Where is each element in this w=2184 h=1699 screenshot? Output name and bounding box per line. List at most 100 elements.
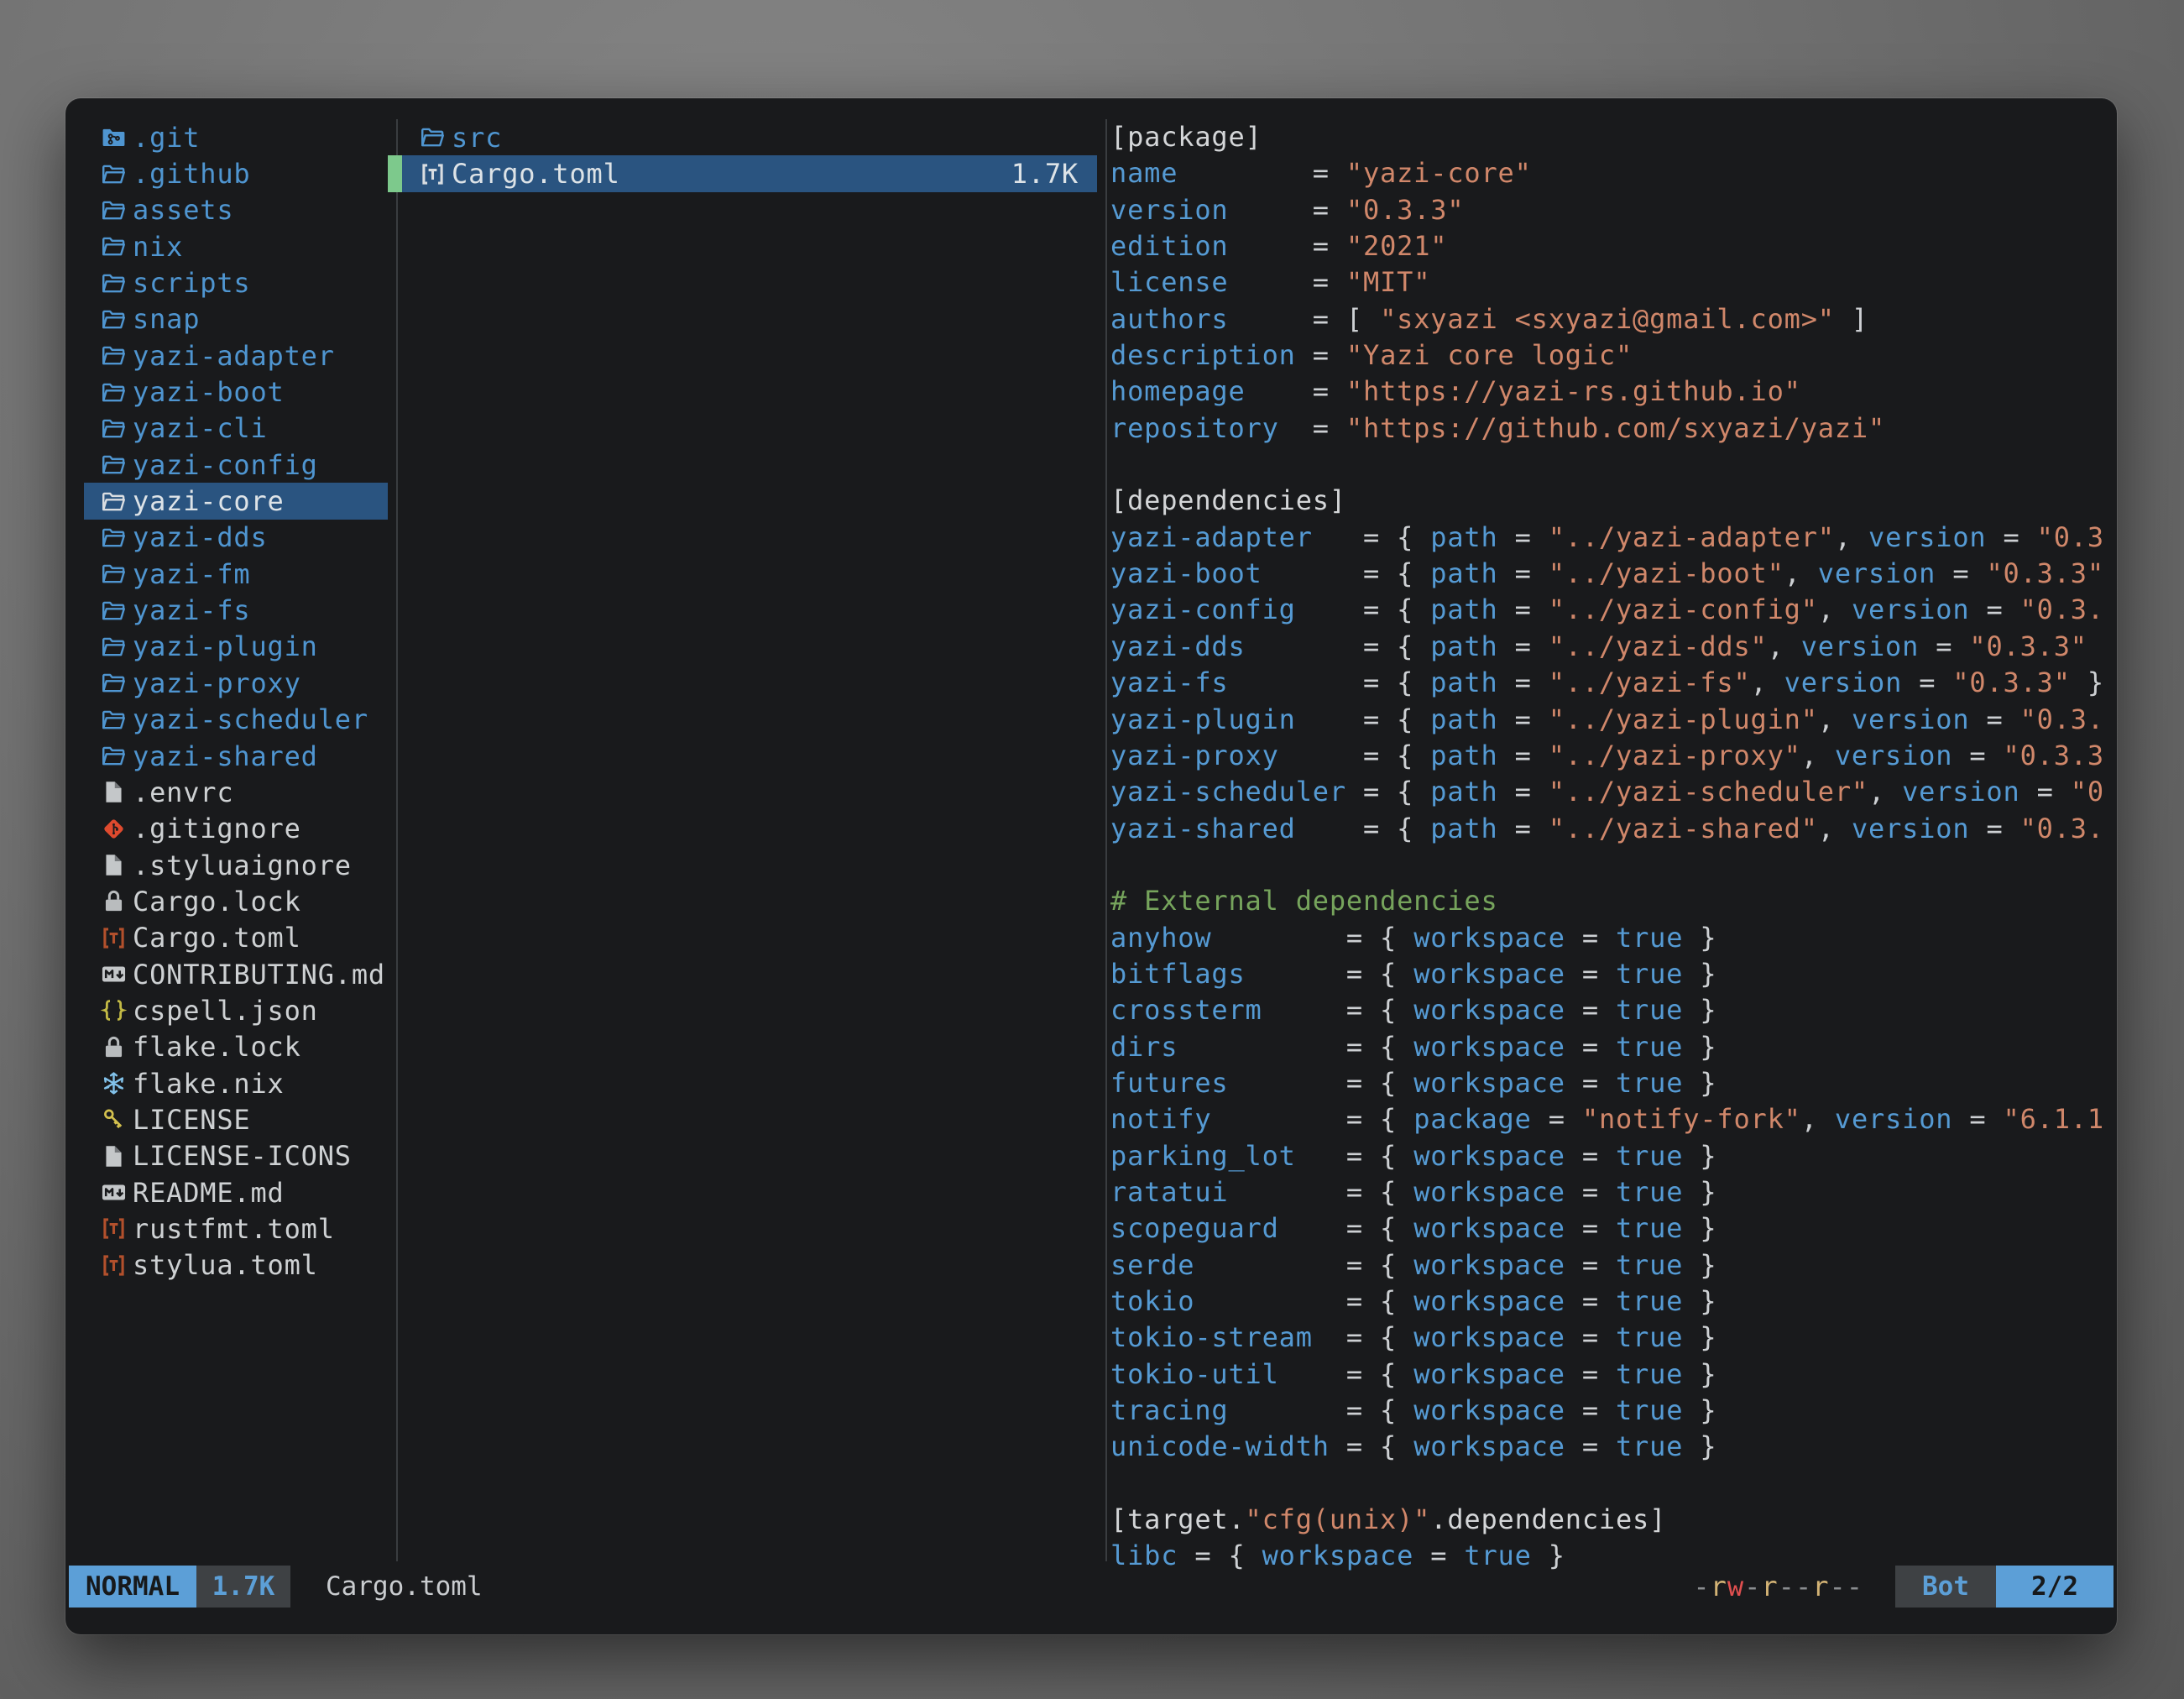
code-line: yazi-adapter = { path = "../yazi-adapter… [1110, 520, 2116, 556]
file-row[interactable]: stylua.toml [84, 1247, 388, 1283]
file-icon [101, 852, 133, 878]
dir-row[interactable]: yazi-dds [84, 520, 388, 556]
file-icon [101, 1143, 133, 1169]
file-row[interactable]: CONTRIBUTING.md [84, 956, 388, 992]
key-icon [101, 1106, 133, 1132]
entry-name: yazi-plugin [133, 630, 318, 662]
entry-name: flake.nix [133, 1068, 285, 1100]
markdown-icon [101, 961, 133, 987]
code-line: tokio = { workspace = true } [1110, 1283, 2116, 1320]
status-filename: Cargo.toml [326, 1571, 483, 1602]
lock-icon [101, 888, 133, 914]
code-line: license = "MIT" [1110, 264, 2116, 301]
folder-icon [101, 561, 133, 587]
code-line: description = "Yazi core logic" [1110, 337, 2116, 374]
folder-icon [101, 270, 133, 296]
dir-row[interactable]: scripts [84, 264, 388, 301]
entry-name: src [452, 122, 502, 154]
folder-icon [101, 197, 133, 223]
file-row[interactable]: rustfmt.toml [84, 1210, 388, 1247]
toml-icon [420, 161, 452, 187]
entry-name: assets [133, 194, 233, 226]
entry-name: .styluaignore [133, 850, 352, 881]
code-line: [package] [1110, 119, 2116, 155]
folder-icon [101, 670, 133, 696]
dir-row[interactable]: yazi-fs [84, 592, 388, 628]
file-row[interactable]: LICENSE-ICONS [84, 1138, 388, 1174]
code-line: version = "0.3.3" [1110, 192, 2116, 228]
dir-row[interactable]: yazi-proxy [84, 665, 388, 701]
code-line: yazi-scheduler = { path = "../yazi-sched… [1110, 774, 2116, 810]
entry-name: yazi-proxy [133, 667, 301, 699]
git-icon [101, 816, 133, 842]
file-row[interactable]: flake.lock [84, 1029, 388, 1065]
code-line: yazi-config = { path = "../yazi-config",… [1110, 592, 2116, 628]
dir-row[interactable]: assets [84, 192, 388, 228]
file-icon [101, 779, 133, 805]
code-line: yazi-proxy = { path = "../yazi-proxy", v… [1110, 738, 2116, 774]
code-line [1110, 447, 2116, 483]
entry-name: yazi-fs [133, 594, 250, 626]
status-bar: NORMAL 1.7K Cargo.toml -rw-r--r-- Bot 2/… [69, 1566, 2113, 1608]
dir-row[interactable]: yazi-plugin [84, 629, 388, 665]
dir-row[interactable]: nix [84, 228, 388, 264]
dir-row[interactable]: yazi-cli [84, 410, 388, 447]
preview-pane[interactable]: [package]name = "yazi-core"version = "0.… [1110, 119, 2116, 1605]
file-row[interactable]: README.md [84, 1174, 388, 1210]
folder-icon [101, 489, 133, 515]
code-line: yazi-plugin = { path = "../yazi-plugin",… [1110, 702, 2116, 738]
entry-name: yazi-shared [133, 740, 318, 772]
terminal-window: .git.githubassetsnixscriptssnapyazi-adap… [65, 98, 2117, 1634]
entry-name: yazi-adapter [133, 340, 335, 372]
dir-row[interactable]: .github [84, 155, 388, 191]
dir-row[interactable]: yazi-adapter [84, 337, 388, 374]
code-line: yazi-fs = { path = "../yazi-fs", version… [1110, 665, 2116, 701]
folder-icon [420, 124, 452, 150]
file-row[interactable]: .envrc [84, 774, 388, 810]
file-row[interactable]: Cargo.toml [84, 920, 388, 956]
file-row[interactable]: .gitignore [84, 811, 388, 847]
pane-separator [1105, 119, 1107, 1561]
file-row[interactable]: .styluaignore [84, 847, 388, 883]
entry-name: Cargo.lock [133, 886, 301, 917]
entry-name: .gitignore [133, 813, 301, 844]
code-line: yazi-shared = { path = "../yazi-shared",… [1110, 811, 2116, 847]
entry-name: yazi-fm [133, 558, 250, 590]
dir-row[interactable]: yazi-boot [84, 374, 388, 410]
dir-row[interactable]: yazi-shared [84, 738, 388, 774]
dir-row[interactable]: src [388, 119, 1097, 155]
entry-name: LICENSE-ICONS [133, 1140, 352, 1172]
code-line: dirs = { workspace = true } [1110, 1029, 2116, 1065]
file-row[interactable]: Cargo.lock [84, 883, 388, 919]
cursor-counter-badge: 2/2 [1996, 1566, 2113, 1608]
dir-row[interactable]: snap [84, 301, 388, 337]
permissions-indicator: -rw-r--r-- [1693, 1571, 1863, 1602]
entry-name: README.md [133, 1177, 285, 1209]
dir-row[interactable]: yazi-config [84, 447, 388, 483]
code-line: crossterm = { workspace = true } [1110, 992, 2116, 1028]
folder-icon [101, 452, 133, 478]
file-row[interactable]: cspell.json [84, 992, 388, 1028]
dir-row[interactable]: yazi-scheduler [84, 702, 388, 738]
code-line: repository = "https://github.com/sxyazi/… [1110, 410, 2116, 447]
folder-icon [101, 379, 133, 405]
entry-name: scripts [133, 267, 250, 299]
code-line: authors = [ "sxyazi <sxyazi@gmail.com>" … [1110, 301, 2116, 337]
code-line: anyhow = { workspace = true } [1110, 920, 2116, 956]
dir-row[interactable]: yazi-fm [84, 556, 388, 592]
file-row[interactable]: LICENSE [84, 1101, 388, 1137]
code-line: serde = { workspace = true } [1110, 1247, 2116, 1283]
dir-row[interactable]: .git [84, 119, 388, 155]
current-pane[interactable]: srcCargo.toml1.7K [388, 119, 1097, 192]
parent-pane[interactable]: .git.githubassetsnixscriptssnapyazi-adap… [84, 119, 388, 1283]
entry-name: yazi-boot [133, 376, 285, 408]
folder-icon [101, 416, 133, 442]
file-row[interactable]: flake.nix [84, 1065, 388, 1101]
lock-icon [101, 1034, 133, 1060]
entry-name: Cargo.toml [133, 922, 301, 954]
dir-row[interactable]: yazi-core [84, 483, 388, 519]
code-line: tracing = { workspace = true } [1110, 1393, 2116, 1429]
scroll-position-badge: Bot [1895, 1566, 1996, 1608]
code-line: unicode-width = { workspace = true } [1110, 1429, 2116, 1465]
file-row[interactable]: Cargo.toml1.7K [388, 155, 1097, 191]
